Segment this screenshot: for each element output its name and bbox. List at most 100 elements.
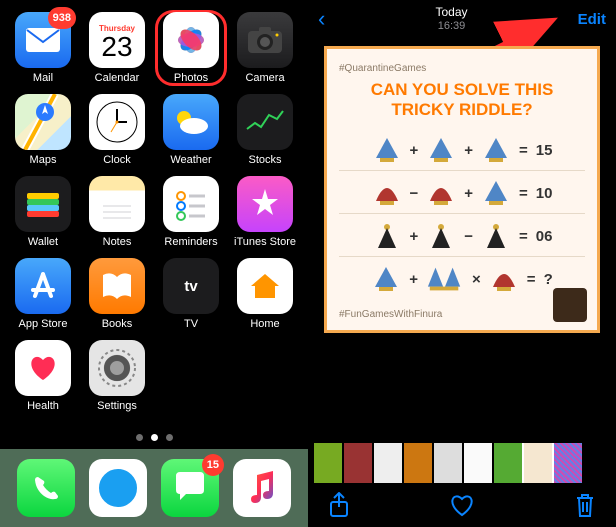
op: + <box>409 271 418 288</box>
app-camera[interactable]: Camera <box>231 12 299 84</box>
brand-logo <box>553 288 587 322</box>
clock-icon <box>89 94 145 150</box>
app-itunes[interactable]: iTunes Store <box>231 176 299 248</box>
home-screen: 938 Mail Thursday 23 Calendar <box>0 0 308 527</box>
like-button[interactable] <box>449 493 475 517</box>
nav-title: Today 16:39 <box>435 5 467 33</box>
bottom-toolbar <box>308 483 616 527</box>
app-wallet[interactable]: Wallet <box>9 176 77 248</box>
app-calendar[interactable]: Thursday 23 Calendar <box>83 12 151 84</box>
op: = <box>527 271 536 288</box>
app-label: Notes <box>103 236 132 248</box>
thumbnail[interactable] <box>374 443 402 483</box>
op: − <box>464 228 473 245</box>
app-reminders[interactable]: Reminders <box>157 176 225 248</box>
nav-timestamp: 16:39 <box>435 19 467 33</box>
card-title: CAN YOU SOLVE THIS TRICKY RIDDLE? <box>339 80 585 120</box>
thumbnail[interactable] <box>344 443 372 483</box>
red-dome-icon <box>489 265 519 293</box>
share-button[interactable] <box>328 492 350 518</box>
black-triangle-icon <box>481 222 511 250</box>
page-dot[interactable] <box>151 434 158 441</box>
blue-cone-icon <box>481 179 511 207</box>
result: ? <box>544 271 553 288</box>
op: = <box>519 228 528 245</box>
app-maps[interactable]: Maps <box>9 94 77 166</box>
op: − <box>410 185 419 202</box>
thumbnail[interactable] <box>404 443 432 483</box>
app-photos[interactable]: Photos <box>157 12 225 84</box>
nav-title-text: Today <box>435 5 467 19</box>
thumbnail[interactable] <box>314 443 342 483</box>
health-icon <box>15 340 71 396</box>
camera-icon <box>237 12 293 68</box>
page-dot[interactable] <box>136 434 143 441</box>
op: + <box>410 142 419 159</box>
app-label: Weather <box>170 154 211 166</box>
weather-icon <box>163 94 219 150</box>
app-appstore[interactable]: App Store <box>9 258 77 330</box>
op: + <box>464 185 473 202</box>
app-books[interactable]: Books <box>83 258 151 330</box>
thumbnail[interactable] <box>554 443 582 483</box>
thumbnail[interactable] <box>494 443 522 483</box>
equation-row: − + = 10 <box>339 173 585 214</box>
app-clock[interactable]: Clock <box>83 94 151 166</box>
books-icon <box>89 258 145 314</box>
thumbnail[interactable] <box>434 443 462 483</box>
thumbnail-strip[interactable] <box>308 443 616 483</box>
appstore-icon <box>15 258 71 314</box>
maps-icon <box>15 94 71 150</box>
result: 06 <box>536 228 553 245</box>
photo-viewer[interactable]: #QuarantineGames CAN YOU SOLVE THIS TRIC… <box>308 38 616 341</box>
badge: 15 <box>202 454 224 476</box>
app-label: Photos <box>174 72 208 84</box>
op: = <box>519 142 528 159</box>
app-home[interactable]: Home <box>231 258 299 330</box>
blue-cone-icon <box>481 136 511 164</box>
black-triangle-icon <box>372 222 402 250</box>
calendar-icon: Thursday 23 <box>89 12 145 68</box>
app-label: Books <box>102 318 133 330</box>
app-settings[interactable]: Settings <box>83 340 151 412</box>
app-weather[interactable]: Weather <box>157 94 225 166</box>
card-tag: #QuarantineGames <box>339 63 585 74</box>
app-notes[interactable]: Notes <box>83 176 151 248</box>
back-button[interactable]: ‹ <box>318 6 325 32</box>
blue-cone-icon <box>372 136 402 164</box>
app-label: Camera <box>245 72 284 84</box>
app-mail[interactable]: 938 Mail <box>9 12 77 84</box>
equation-row: + × = ? <box>339 259 585 299</box>
op: + <box>464 142 473 159</box>
app-health[interactable]: Health <box>9 340 77 412</box>
app-label: Calendar <box>95 72 140 84</box>
photos-icon <box>163 12 219 68</box>
badge: 938 <box>48 7 76 29</box>
app-label: Maps <box>30 154 57 166</box>
notes-icon <box>89 176 145 232</box>
page-indicator <box>0 434 308 441</box>
thumbnail[interactable] <box>464 443 492 483</box>
app-tv[interactable]: tv TV <box>157 258 225 330</box>
blue-cone-double-icon <box>426 265 464 293</box>
settings-icon <box>89 340 145 396</box>
page-dot[interactable] <box>166 434 173 441</box>
black-triangle-icon <box>426 222 456 250</box>
edit-button[interactable]: Edit <box>578 11 606 28</box>
app-label: iTunes Store <box>234 236 296 248</box>
app-music[interactable] <box>233 459 291 517</box>
blue-cone-icon <box>426 136 456 164</box>
thumbnail[interactable] <box>524 443 552 483</box>
app-stocks[interactable]: Stocks <box>231 94 299 166</box>
app-label: Stocks <box>248 154 281 166</box>
tv-icon: tv <box>163 258 219 314</box>
app-phone[interactable] <box>17 459 75 517</box>
op: = <box>519 185 528 202</box>
app-safari[interactable] <box>89 459 147 517</box>
delete-button[interactable] <box>574 492 596 518</box>
photos-app: ‹ Today 16:39 Edit #QuarantineGames CAN … <box>308 0 616 527</box>
red-dome-icon <box>372 179 402 207</box>
app-label: Wallet <box>28 236 58 248</box>
app-label: Home <box>250 318 279 330</box>
app-messages[interactable]: 15 <box>161 459 219 517</box>
